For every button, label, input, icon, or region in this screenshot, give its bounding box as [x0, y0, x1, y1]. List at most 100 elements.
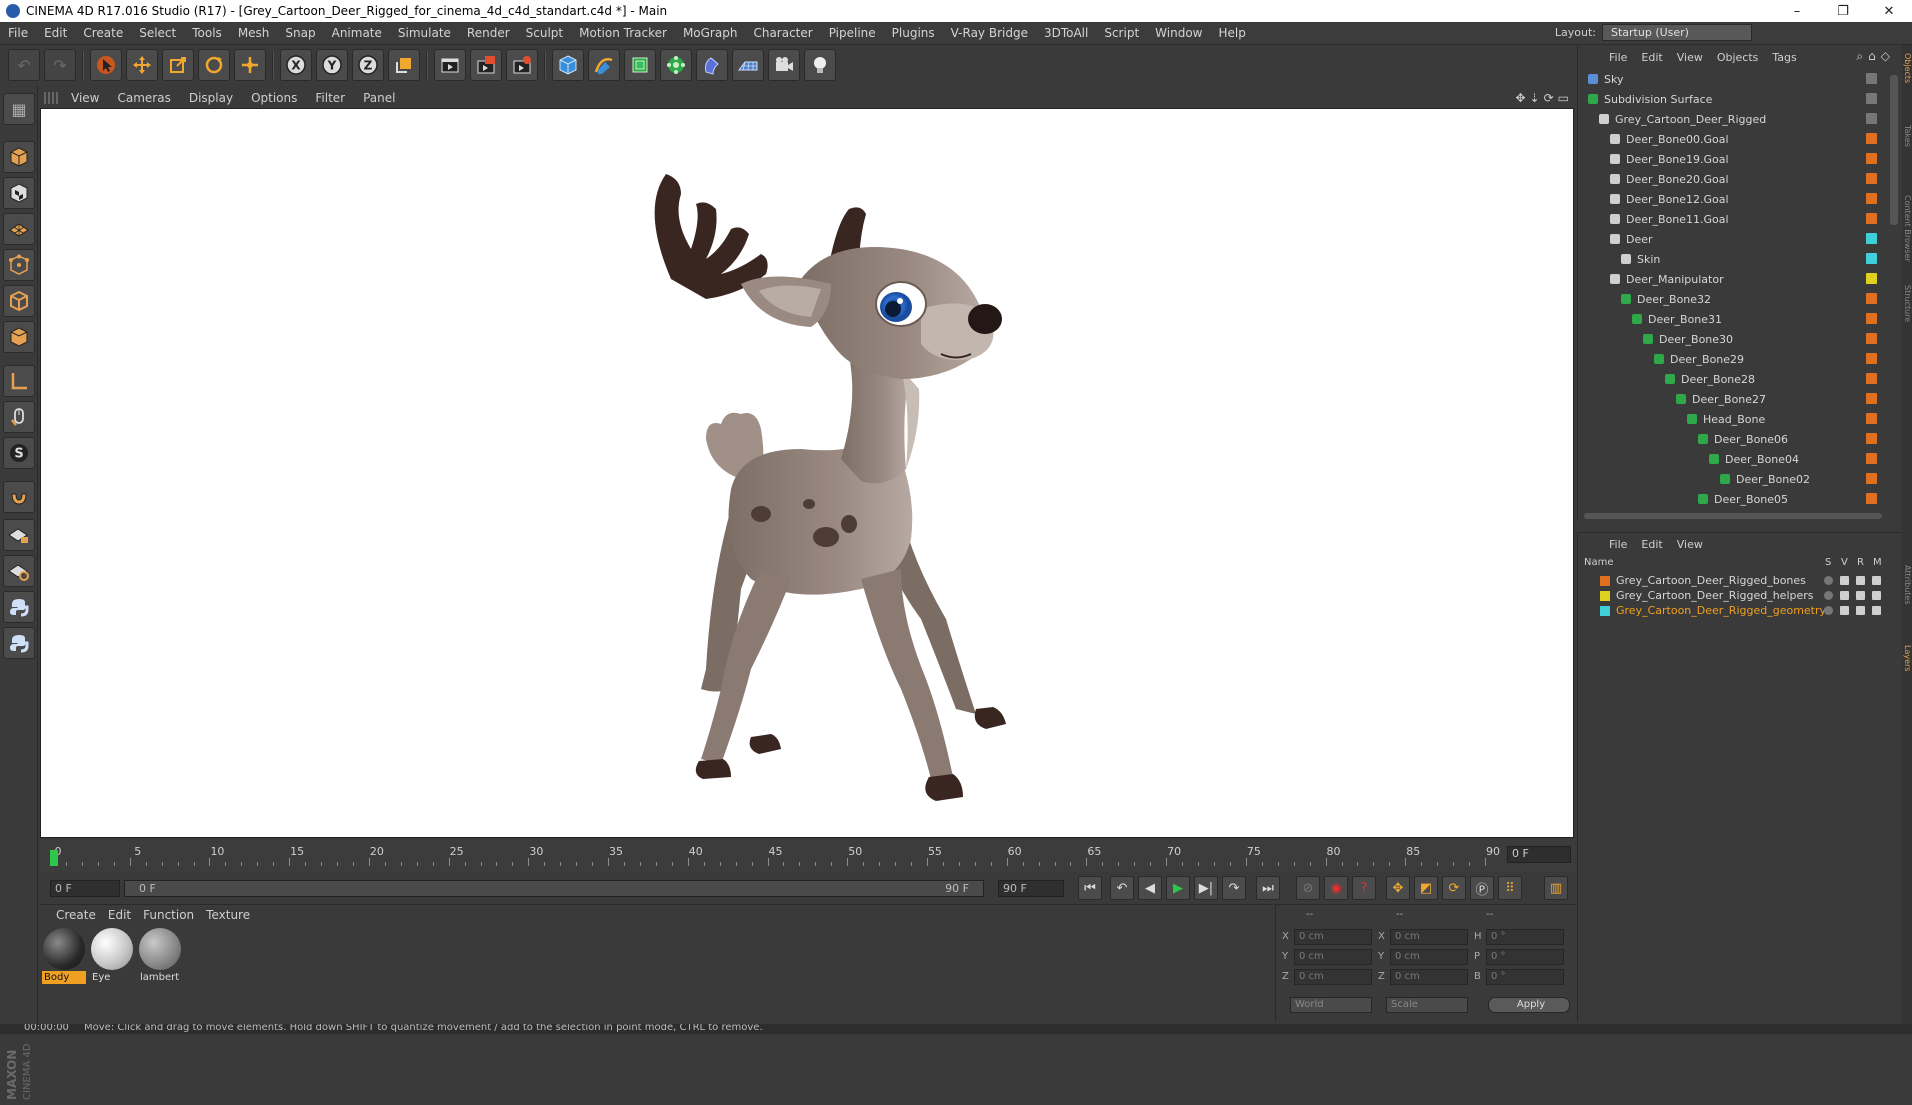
workplane-grid-icon[interactable] — [3, 555, 35, 587]
layer-color-tag[interactable] — [1866, 73, 1877, 84]
material-lambert[interactable]: lambert — [138, 927, 182, 985]
manager-tab[interactable]: Objects — [1902, 53, 1912, 113]
object-row[interactable]: Deer_Bone30 — [1578, 329, 1868, 349]
python-script-2-icon[interactable] — [3, 627, 35, 659]
menu-select[interactable]: Select — [131, 26, 184, 40]
timeline-window-icon[interactable]: ▥ — [1544, 876, 1568, 900]
layer-solo-toggle[interactable] — [1824, 576, 1833, 585]
timeline-ruler[interactable]: 0 5 10 15 20 25 30 35 40 45 50 55 60 65 70 75 80 85 90 — [50, 842, 1500, 868]
viewport-move-icon[interactable]: ✥ — [1515, 91, 1525, 105]
menu-3dtoall[interactable]: 3DToAll — [1036, 26, 1096, 40]
layer-row[interactable]: Grey_Cartoon_Deer_Rigged_helpers — [1600, 588, 1814, 603]
layer-color-tag[interactable] — [1866, 253, 1877, 264]
layer-color-tag[interactable] — [1866, 413, 1877, 424]
redo-icon[interactable]: ↷ — [44, 49, 76, 81]
layer-color-tag[interactable] — [1866, 93, 1877, 104]
object-row[interactable]: Skin — [1578, 249, 1868, 269]
keyframe-selection-icon[interactable]: ? — [1352, 876, 1376, 900]
layer-color-tag[interactable] — [1866, 333, 1877, 344]
model-mode-icon[interactable] — [3, 141, 35, 173]
layer-view-toggle[interactable] — [1840, 576, 1849, 585]
object-row[interactable]: Deer_Bone27 — [1578, 389, 1868, 409]
menu-vray-bridge[interactable]: V-Ray Bridge — [943, 26, 1036, 40]
layer-row[interactable]: Grey_Cartoon_Deer_Rigged_bones — [1600, 573, 1806, 588]
mograph-cloner-icon[interactable] — [660, 49, 692, 81]
object-row[interactable]: Deer_Bone29 — [1578, 349, 1868, 369]
menu-edit[interactable]: Edit — [36, 26, 75, 40]
texture-mode-icon[interactable] — [3, 177, 35, 209]
menu-create[interactable]: Create — [75, 26, 131, 40]
layer-color-tag[interactable] — [1866, 473, 1877, 484]
layer-render-toggle[interactable] — [1856, 606, 1865, 615]
step-back-icon[interactable]: ↶ — [1110, 876, 1134, 900]
menu-script[interactable]: Script — [1096, 26, 1147, 40]
playhead[interactable] — [50, 850, 58, 866]
object-row[interactable]: Subdivision Surface — [1578, 89, 1868, 109]
menu-pipeline[interactable]: Pipeline — [821, 26, 884, 40]
object-row[interactable]: Deer_Bone00.Goal — [1578, 129, 1868, 149]
home-icon[interactable]: ⌂ — [1868, 49, 1876, 64]
object-row[interactable]: Deer_Bone32 — [1578, 289, 1868, 309]
viewport-rotate-icon[interactable]: ⟳ — [1544, 91, 1554, 105]
manager-tab[interactable]: Takes — [1902, 125, 1912, 185]
undo-icon[interactable]: ↶ — [8, 49, 40, 81]
layer-manager-toggle[interactable] — [1872, 591, 1881, 600]
size-y-field[interactable]: 0 cm — [1390, 949, 1468, 965]
timeline[interactable]: 0 5 10 15 20 25 30 35 40 45 50 55 60 65 70 75 80 85 90 0 F — [40, 840, 1575, 872]
layer-menu-edit[interactable]: Edit — [1634, 538, 1669, 551]
coordinate-mode-dropdown[interactable]: World — [1290, 997, 1372, 1013]
coordinate-system-icon[interactable] — [388, 49, 420, 81]
layer-manager-toggle[interactable] — [1872, 606, 1881, 615]
viewport-menu-panel[interactable]: Panel — [354, 91, 404, 105]
manager-tab[interactable]: Layers — [1902, 645, 1912, 695]
menu-render[interactable]: Render — [459, 26, 518, 40]
menu-snap[interactable]: Snap — [277, 26, 323, 40]
position-x-field[interactable]: 0 cm — [1294, 929, 1372, 945]
layer-color-tag[interactable] — [1866, 273, 1877, 284]
position-z-field[interactable]: 0 cm — [1294, 969, 1372, 985]
polygons-mode-icon[interactable] — [3, 321, 35, 353]
layer-manager-toggle[interactable] — [1872, 576, 1881, 585]
floor-object-icon[interactable] — [732, 49, 764, 81]
manager-tab[interactable]: Attributes — [1902, 565, 1912, 625]
3d-viewport[interactable] — [40, 108, 1574, 838]
rotation-b-field[interactable]: 0 ° — [1486, 969, 1564, 985]
layer-view-toggle[interactable] — [1840, 606, 1849, 615]
object-row[interactable]: Deer_Bone31 — [1578, 309, 1868, 329]
layer-color-swatch[interactable] — [1600, 575, 1610, 586]
render-to-picture-viewer-icon[interactable] — [470, 49, 502, 81]
points-mode-icon[interactable] — [3, 249, 35, 281]
menu-file[interactable]: File — [0, 26, 36, 40]
tweak-mode-icon[interactable] — [3, 401, 35, 433]
layer-render-toggle[interactable] — [1856, 591, 1865, 600]
edges-mode-icon[interactable] — [3, 285, 35, 317]
obj-menu-objects[interactable]: Objects — [1710, 51, 1766, 64]
key-scale-icon[interactable]: ◩ — [1414, 876, 1438, 900]
live-selection-icon[interactable] — [234, 49, 266, 81]
menu-mesh[interactable]: Mesh — [230, 26, 278, 40]
rotate-tool-icon[interactable] — [198, 49, 230, 81]
viewport-menu-options[interactable]: Options — [242, 91, 306, 105]
deformer-bend-icon[interactable] — [696, 49, 728, 81]
magnet-icon[interactable] — [3, 481, 35, 513]
rotation-p-field[interactable]: 0 ° — [1486, 949, 1564, 965]
axis-mode-icon[interactable] — [3, 365, 35, 397]
object-row[interactable]: Deer_Bone04 — [1578, 449, 1868, 469]
object-row[interactable]: Deer_Bone06 — [1578, 429, 1868, 449]
make-editable-icon[interactable]: ▦ — [3, 93, 35, 125]
material-body[interactable]: Body — [42, 927, 86, 985]
layer-color-tag[interactable] — [1866, 313, 1877, 324]
search-icon[interactable]: ⌕ — [1856, 49, 1863, 64]
object-row[interactable]: Deer_Bone28 — [1578, 369, 1868, 389]
minimize-button[interactable]: – — [1774, 0, 1820, 22]
y-axis-lock-icon[interactable]: Y — [316, 49, 348, 81]
obj-menu-tags[interactable]: Tags — [1765, 51, 1803, 64]
manager-tab[interactable]: Content Browser — [1902, 195, 1912, 275]
object-row[interactable]: Sky — [1578, 69, 1868, 89]
viewport-toggle-icon[interactable]: ▭ — [1558, 91, 1569, 105]
object-row[interactable]: Deer_Manipulator — [1578, 269, 1868, 289]
start-frame-field[interactable]: 0 F — [50, 880, 120, 897]
menu-motion-tracker[interactable]: Motion Tracker — [571, 26, 675, 40]
manager-tab[interactable]: Structure — [1902, 285, 1912, 335]
layer-color-tag[interactable] — [1866, 453, 1877, 464]
